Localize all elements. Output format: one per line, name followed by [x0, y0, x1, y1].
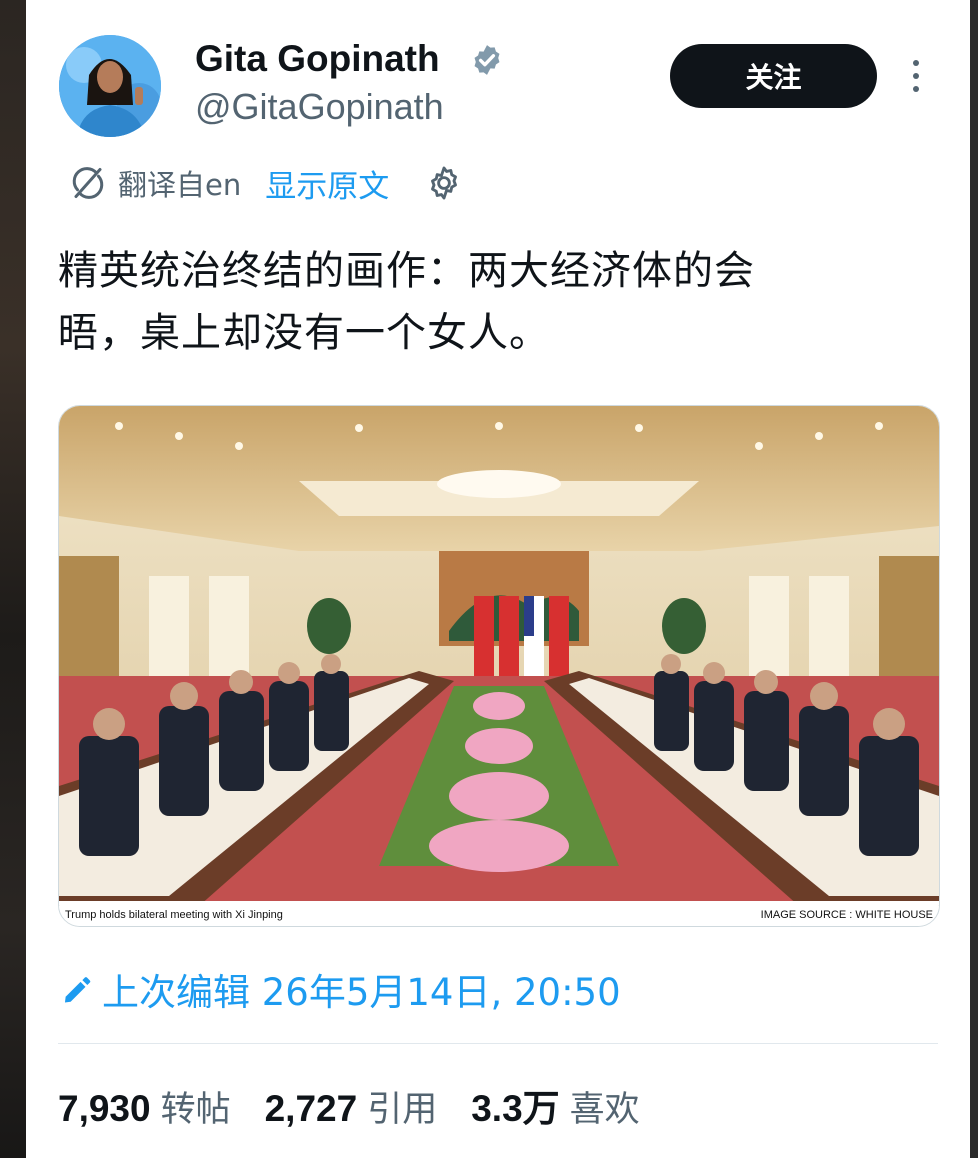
quotes-label: 引用 [367, 1090, 438, 1130]
author-display-name[interactable]: Gita Gopinath [195, 38, 440, 80]
tweet-media-photo[interactable]: Trump holds bilateral meeting with Xi Ji… [58, 405, 940, 927]
likes-count: 3.3万 [471, 1088, 560, 1129]
meeting-room-photo: Trump holds bilateral meeting with Xi Ji… [59, 406, 939, 926]
reposts-label: 转帖 [160, 1090, 231, 1130]
tweet-text: 精英统治终结的画作：两大经济体的会 晤，桌上却没有一个女人。 [58, 240, 938, 364]
edited-indicator[interactable]: 上次编辑 26年5月14日, 20:50 [60, 962, 621, 1016]
stat-likes[interactable]: 3.3万 喜欢 [471, 1078, 639, 1132]
tweet-card: Gita Gopinath @GitaGopinath 关注 翻译自en 显示原… [26, 0, 970, 1158]
media-caption-left: Trump holds bilateral meeting with Xi Ji… [65, 909, 283, 921]
settings-gear-icon[interactable] [425, 164, 463, 202]
translate-icon [72, 167, 104, 199]
engagement-stats: 7,930 转帖 2,727 引用 3.3万 喜欢 [58, 1078, 674, 1132]
follow-button[interactable]: 关注 [670, 44, 877, 108]
background-left-strip [0, 0, 26, 1158]
author-avatar[interactable] [59, 35, 161, 137]
tweet-text-line-2: 晤，桌上却没有一个女人。 [58, 310, 550, 356]
likes-label: 喜欢 [569, 1090, 640, 1130]
edit-pencil-icon [64, 977, 91, 1003]
reposts-count: 7,930 [58, 1088, 151, 1129]
stat-reposts[interactable]: 7,930 转帖 [58, 1081, 231, 1132]
background-right-strip [970, 0, 978, 1158]
edited-timestamp: 上次编辑 26年5月14日, 20:50 [102, 971, 621, 1014]
media-caption-right: IMAGE SOURCE : WHITE HOUSE [761, 909, 933, 921]
tweet-text-line-1: 精英统治终结的画作：两大经济体的会 [58, 248, 755, 294]
verified-badge-icon [474, 45, 500, 75]
divider [58, 1043, 938, 1044]
translation-bar: 翻译自en 显示原文 [70, 158, 463, 208]
quotes-count: 2,727 [264, 1088, 358, 1129]
stat-quotes[interactable]: 2,727 引用 [265, 1081, 438, 1132]
show-original-link[interactable]: 显示原文 [265, 161, 389, 206]
author-handle[interactable]: @GitaGopinath [195, 86, 444, 128]
more-options-icon[interactable] [906, 58, 926, 94]
translated-from-label: 翻译自en [118, 168, 242, 202]
avatar-photo [59, 35, 161, 137]
